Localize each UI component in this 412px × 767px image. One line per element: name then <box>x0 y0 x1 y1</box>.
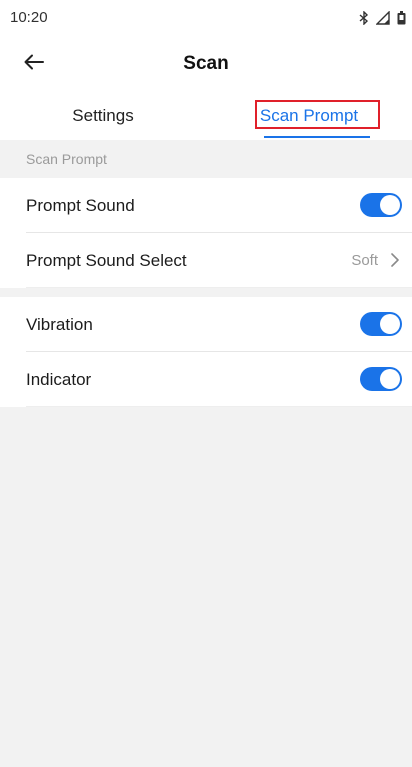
row-label: Prompt Sound <box>26 196 135 215</box>
tab-active-indicator <box>264 136 370 138</box>
screen: 10:20 Scan Settings Scan Prompt Scan Pro… <box>0 0 412 767</box>
signal-icon <box>376 11 390 25</box>
row-prompt-sound[interactable]: Prompt Sound <box>26 178 412 233</box>
toggle-knob <box>380 195 400 215</box>
indicator-toggle[interactable] <box>360 367 402 391</box>
app-header: Scan <box>0 36 412 92</box>
section-header: Scan Prompt <box>0 140 412 178</box>
page-title: Scan <box>183 53 229 74</box>
toggle-knob <box>380 314 400 334</box>
tab-bar: Settings Scan Prompt <box>0 92 412 140</box>
prompt-sound-toggle[interactable] <box>360 193 402 217</box>
row-prompt-sound-select[interactable]: Prompt Sound Select Soft <box>26 233 412 288</box>
settings-group-feedback: Vibration Indicator <box>0 297 412 407</box>
row-label: Indicator <box>26 370 92 389</box>
row-label: Vibration <box>26 315 93 334</box>
row-label: Prompt Sound Select <box>26 251 187 270</box>
row-indicator[interactable]: Indicator <box>26 352 412 407</box>
status-time: 10:20 <box>10 9 48 26</box>
settings-group-sound: Prompt Sound Prompt Sound Select Soft <box>0 178 412 288</box>
bluetooth-icon <box>359 11 369 25</box>
battery-icon <box>397 11 406 25</box>
tab-settings[interactable]: Settings <box>0 92 206 140</box>
status-icons <box>359 9 406 27</box>
row-vibration[interactable]: Vibration <box>26 297 412 352</box>
vibration-toggle[interactable] <box>360 312 402 336</box>
section-header-label: Scan Prompt <box>26 151 107 167</box>
status-bar: 10:20 <box>0 0 412 36</box>
toggle-knob <box>380 369 400 389</box>
highlight-box <box>255 100 380 129</box>
prompt-sound-value: Soft <box>351 252 378 269</box>
chevron-right-icon <box>390 252 400 273</box>
